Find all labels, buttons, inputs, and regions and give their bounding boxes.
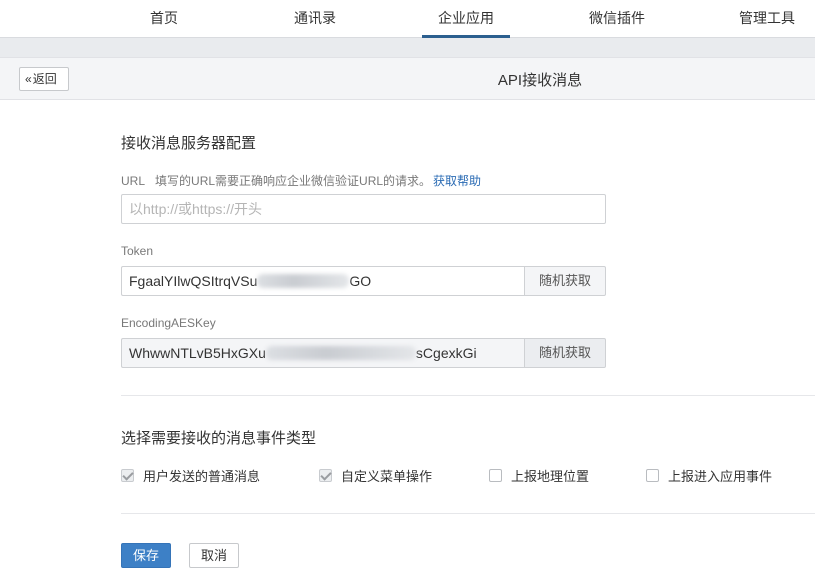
unchecked-box-icon [646,469,659,482]
aes-key-input[interactable]: WhwwNTLvB5HxGXu sCgexkGi [121,338,525,368]
url-input[interactable] [121,194,606,224]
event-option-label: 用户发送的普通消息 [143,469,261,484]
aes-key-random-button[interactable]: 随机获取 [524,338,606,368]
token-redacted [257,274,350,288]
unchecked-box-icon [489,469,502,482]
aes-key-label: EncodingAESKey [121,316,216,330]
tab-contacts[interactable]: 通讯录 [280,0,350,38]
token-row: FgaalYIlwQSItrqVSu GO 随机获取 [121,266,606,296]
url-label: URL [121,174,146,188]
aes-key-row: WhwwNTLvB5HxGXu sCgexkGi 随机获取 [121,338,606,368]
server-config-title: 接收消息服务器配置 [121,135,257,152]
event-enter-app-checkbox[interactable]: 上报进入应用事件 [646,466,772,485]
tab-home[interactable]: 首页 [130,0,198,38]
checked-box-icon [121,469,134,482]
cancel-button[interactable]: 取消 [189,543,239,568]
tab-enterprise-apps[interactable]: 企业应用 [422,0,510,38]
tab-wechat-plugins[interactable]: 微信插件 [580,0,654,38]
page-title: API接收消息 [497,72,583,89]
top-nav: 首页 通讯录 企业应用 微信插件 管理工具 [0,0,815,38]
event-option-label: 上报地理位置 [511,469,590,484]
help-link[interactable]: 获取帮助 [433,174,481,188]
aes-value-suffix: sCgexkGi [415,345,477,361]
save-button[interactable]: 保存 [121,543,171,568]
divider [121,395,815,396]
token-value-prefix: FgaalYIlwQSItrqVSu [129,273,258,289]
double-chevron-left-icon: « [25,72,32,86]
event-option-label: 自定义菜单操作 [341,469,433,484]
event-custom-menu-checkbox[interactable]: 自定义菜单操作 [319,466,432,485]
token-input[interactable]: FgaalYIlwQSItrqVSu GO [121,266,525,296]
back-button[interactable]: «返回 [19,67,69,91]
token-label: Token [121,244,154,258]
tab-management-tools[interactable]: 管理工具 [730,0,804,38]
token-value-suffix: GO [349,273,372,289]
api-receive-panel: «返回 API接收消息 接收消息服务器配置 URL 填写的URL需要正确响应企业… [0,57,815,575]
panel-header: «返回 API接收消息 [0,58,815,100]
url-hint: 填写的URL需要正确响应企业微信验证URL的请求。 [155,174,432,188]
url-hint-row: URL 填写的URL需要正确响应企业微信验证URL的请求。 获取帮助 [121,172,481,189]
aes-redacted [265,346,416,360]
divider [121,513,815,514]
aes-value-prefix: WhwwNTLvB5HxGXu [129,345,266,361]
back-label: 返回 [32,72,57,86]
token-random-button[interactable]: 随机获取 [524,266,606,296]
event-option-label: 上报进入应用事件 [668,469,773,484]
event-normal-message-checkbox[interactable]: 用户发送的普通消息 [121,466,260,485]
event-types-title: 选择需要接收的消息事件类型 [121,430,317,447]
event-location-checkbox[interactable]: 上报地理位置 [489,466,589,485]
checked-box-icon [319,469,332,482]
